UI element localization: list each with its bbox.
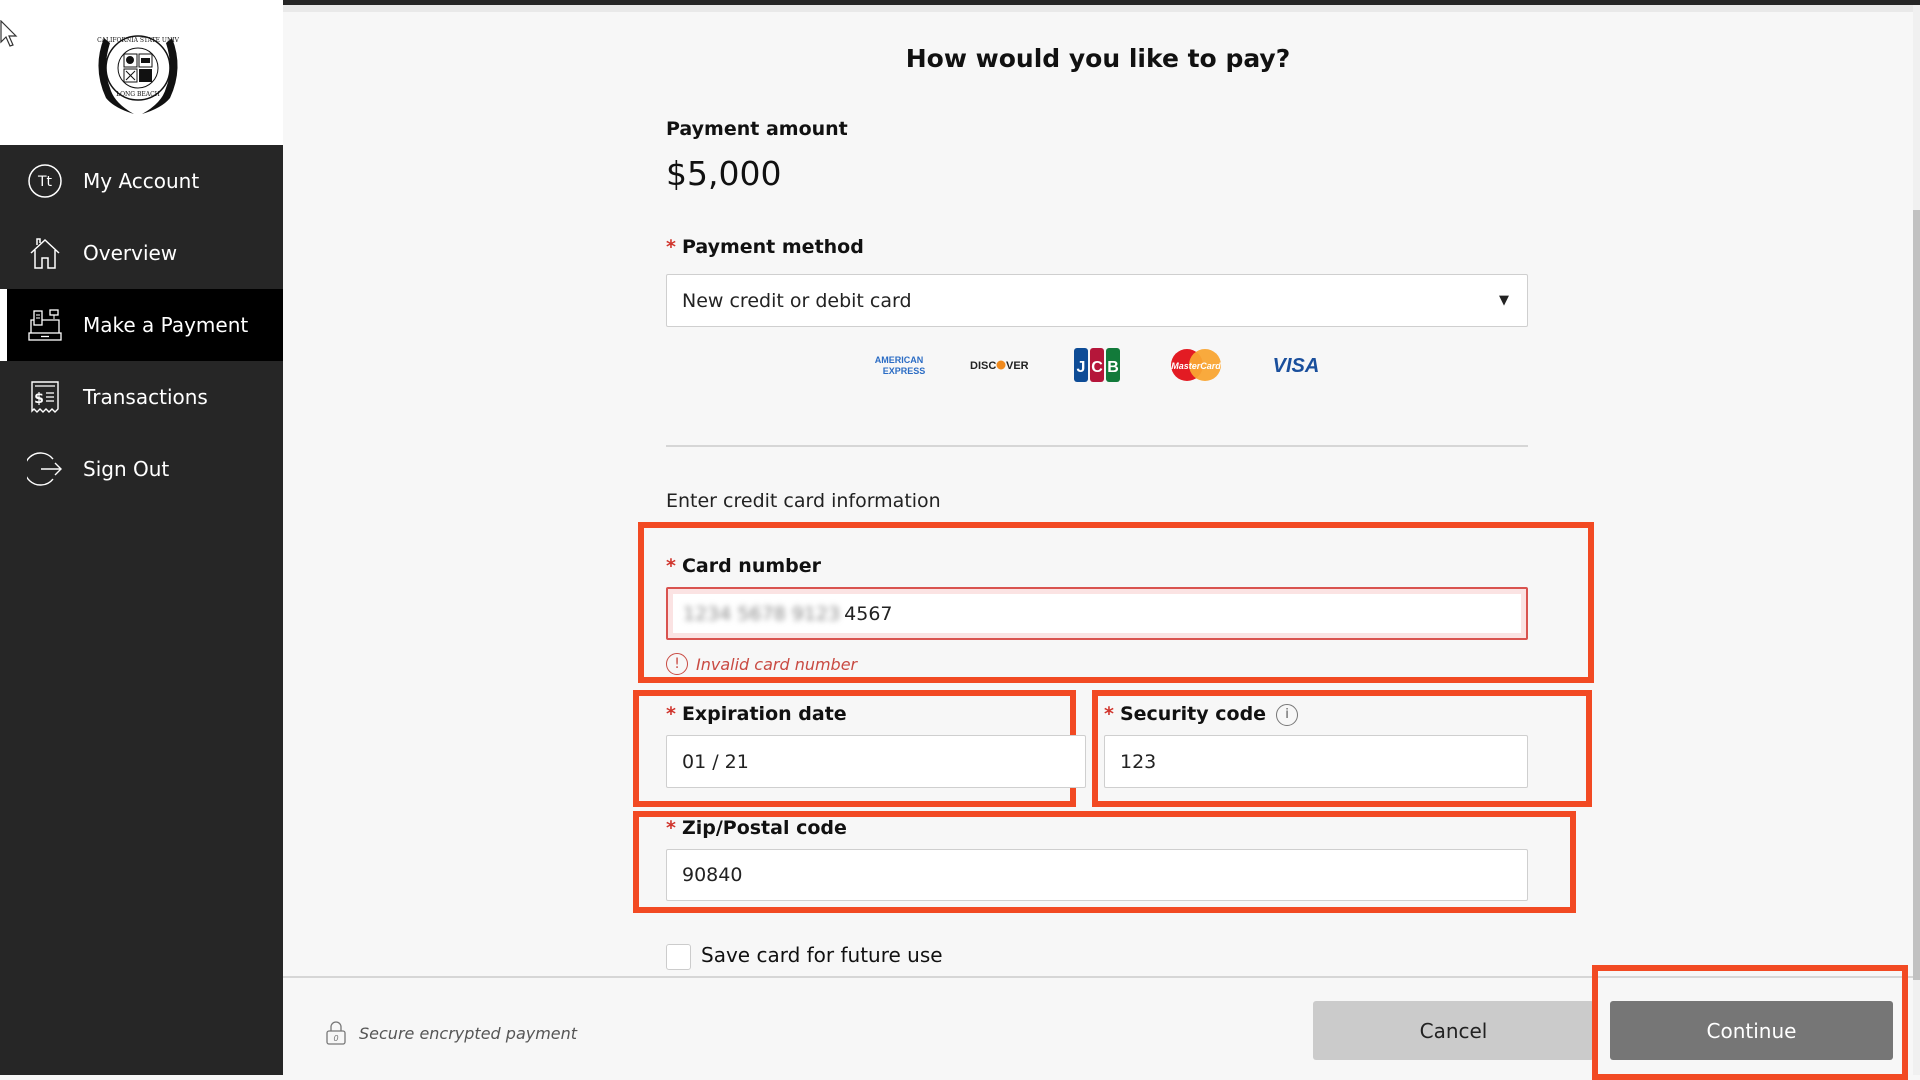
- card-brand-logos: AMERICAN EXPRESS DISC VER JCB MasterCard V…: [870, 345, 1330, 385]
- discover-logo: DISC VER: [968, 353, 1028, 377]
- required-mark: *: [666, 703, 676, 725]
- card-info-section-label: Enter credit card information: [666, 490, 941, 512]
- svg-text:MasterCard: MasterCard: [1171, 361, 1221, 371]
- zip-code-label-text: Zip/Postal code: [681, 817, 847, 839]
- sidebar-item-label: My Account: [83, 169, 200, 193]
- svg-text:Tt: Tt: [37, 174, 53, 190]
- card-number-masked: 1234 5678 9123: [683, 602, 841, 625]
- card-number-visible: 4567: [844, 602, 893, 625]
- university-seal-logo: CALIFORNIA STATE UNIV LONG BEACH: [97, 35, 180, 114]
- svg-text:DISC: DISC: [970, 360, 996, 372]
- svg-text:$: $: [34, 391, 44, 407]
- card-number-label: * Card number: [666, 555, 821, 577]
- expiration-label-text: Expiration date: [681, 703, 847, 725]
- jcb-logo: JCB: [1072, 345, 1122, 385]
- required-mark: *: [666, 236, 676, 258]
- cash-register-icon: [27, 307, 63, 343]
- required-mark: *: [666, 555, 676, 577]
- secure-payment-note: 0 Secure encrypted payment: [325, 1020, 577, 1046]
- secure-payment-text: Secure encrypted payment: [359, 1023, 578, 1043]
- sidebar-item-label: Overview: [83, 241, 178, 265]
- sidebar-item-my-account[interactable]: Tt My Account: [0, 145, 283, 217]
- payment-method-select[interactable]: New credit or debit card ▼: [666, 274, 1528, 327]
- error-icon: !: [666, 653, 688, 675]
- payment-method-label-text: Payment method: [681, 236, 864, 258]
- payment-amount-value: $5,000: [666, 154, 782, 193]
- security-code-value: 123: [1120, 750, 1157, 773]
- svg-text:C: C: [1091, 359, 1103, 376]
- page-title: How would you like to pay?: [905, 44, 1291, 73]
- card-number-error-text: Invalid card number: [696, 654, 858, 674]
- svg-text:EXPRESS: EXPRESS: [883, 366, 926, 376]
- cancel-button[interactable]: Cancel: [1313, 1001, 1594, 1060]
- zip-code-input[interactable]: 90840: [666, 849, 1528, 901]
- account-initials-icon: Tt: [27, 163, 63, 199]
- required-mark: *: [666, 817, 676, 839]
- card-number-input[interactable]: 1234 5678 9123 4567: [666, 587, 1528, 640]
- lock-icon: 0: [326, 1021, 346, 1045]
- payment-amount-label: Payment amount: [666, 118, 848, 140]
- save-card-label[interactable]: Save card for future use: [701, 943, 943, 967]
- sidebar-item-overview[interactable]: Overview: [0, 217, 283, 289]
- zip-code-label: * Zip/Postal code: [666, 817, 847, 839]
- svg-text:VER: VER: [1006, 360, 1028, 372]
- mouse-cursor-icon: [0, 20, 18, 47]
- logo-area: CALIFORNIA STATE UNIV LONG BEACH: [0, 0, 283, 145]
- sidebar-item-label: Make a Payment: [83, 313, 249, 337]
- sidebar-item-sign-out[interactable]: Sign Out: [0, 433, 283, 505]
- section-divider: [666, 445, 1528, 447]
- sidebar-item-label: Sign Out: [83, 457, 170, 481]
- svg-text:VISA: VISA: [1273, 355, 1320, 377]
- payment-method-label: * Payment method: [666, 236, 864, 258]
- svg-text:B: B: [1107, 359, 1119, 376]
- receipt-icon: $: [27, 379, 63, 415]
- security-code-input[interactable]: 123: [1104, 735, 1528, 788]
- security-code-label: * Security code i: [1104, 703, 1299, 726]
- sidebar-item-label: Transactions: [83, 385, 208, 409]
- top-strip: [283, 5, 1913, 12]
- zip-code-value: 90840: [682, 864, 743, 886]
- security-code-label-text: Security code: [1119, 703, 1267, 725]
- home-icon: [27, 235, 63, 271]
- sidebar-item-make-a-payment[interactable]: Make a Payment: [0, 289, 283, 361]
- mastercard-logo: MasterCard: [1168, 347, 1224, 383]
- expiration-date-input[interactable]: 01 / 21: [666, 735, 1086, 788]
- svg-text:0: 0: [333, 1034, 338, 1043]
- payment-method-value: New credit or debit card: [682, 289, 912, 312]
- chevron-down-icon: ▼: [1499, 293, 1509, 308]
- sign-out-icon: [27, 451, 63, 487]
- required-mark: *: [1104, 703, 1114, 725]
- card-number-label-text: Card number: [681, 555, 821, 577]
- card-number-error: ! Invalid card number: [666, 653, 857, 675]
- info-icon[interactable]: i: [1276, 703, 1299, 726]
- svg-text:LONG BEACH: LONG BEACH: [116, 91, 160, 98]
- expiration-label: * Expiration date: [666, 703, 847, 725]
- sidebar-item-transactions[interactable]: $ Transactions: [0, 361, 283, 433]
- expiration-value: 01 / 21: [682, 750, 749, 773]
- svg-text:J: J: [1077, 359, 1086, 376]
- svg-text:AMERICAN: AMERICAN: [875, 355, 924, 365]
- amex-logo: AMERICAN EXPRESS: [870, 353, 928, 377]
- scrollbar-thumb[interactable]: [1913, 210, 1920, 980]
- sidebar: CALIFORNIA STATE UNIV LONG BEACH Tt My A…: [0, 0, 283, 1075]
- continue-button[interactable]: Continue: [1610, 1001, 1893, 1060]
- svg-text:CALIFORNIA STATE UNIV: CALIFORNIA STATE UNIV: [97, 37, 179, 44]
- visa-logo: VISA: [1268, 351, 1324, 379]
- save-card-checkbox[interactable]: [666, 944, 691, 970]
